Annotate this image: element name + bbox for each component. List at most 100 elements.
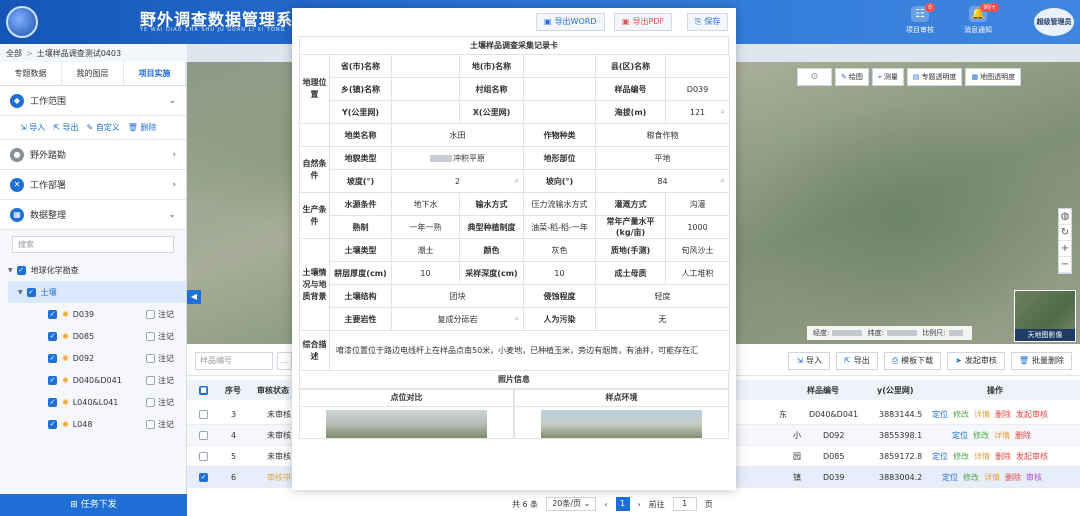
y-coord-field[interactable] (391, 100, 460, 124)
delete-link[interactable]: 删除 (1015, 430, 1031, 441)
edit-link[interactable]: 修改 (953, 451, 969, 462)
elevation-field[interactable]: 121 ⌕ (665, 100, 730, 124)
aspect-field[interactable]: 84 ⌕ (595, 169, 730, 193)
tree-node-soil[interactable]: ▼ ✓ 土壤 (8, 281, 186, 303)
zoom-in-icon[interactable]: + (1059, 241, 1071, 257)
edit-link[interactable]: 修改 (953, 409, 969, 420)
annotation-toggle[interactable]: 注记 (146, 331, 174, 342)
page-number-current[interactable]: 1 (615, 497, 630, 511)
city-field[interactable] (523, 54, 596, 78)
photo-sample-env[interactable]: 样点环境 (514, 389, 729, 439)
panel-field-survey[interactable]: ● 野外踏勘 › (0, 140, 186, 170)
water-field[interactable]: 地下水 (391, 192, 460, 216)
row-checkbox[interactable] (199, 409, 208, 419)
page-size-select[interactable]: 20条/页 ⌄ (546, 497, 597, 511)
province-field[interactable] (391, 54, 460, 78)
sample-depth-field[interactable]: 10 (523, 261, 596, 285)
rock-field[interactable]: 复成分砾岩 ⌕ (391, 307, 524, 331)
basemap-switcher[interactable]: 天地图影像 (1014, 290, 1076, 342)
export-pdf-button[interactable]: ▣ 导出PDF (614, 13, 673, 31)
tree-leaf[interactable]: ✓ ✺ D092 注记 (8, 347, 186, 369)
globe-icon[interactable]: ◍ (1059, 209, 1071, 225)
tab-thematic-data[interactable]: 专题数据 (0, 62, 62, 85)
zoom-out-icon[interactable]: − (1059, 257, 1071, 273)
project-review-button[interactable]: ☷ 0 项目审核 (895, 3, 945, 35)
locate-link[interactable]: 定位 (942, 472, 958, 483)
checkbox[interactable]: ✓ (48, 331, 57, 341)
sample-no-field[interactable]: D039 (665, 77, 730, 101)
goto-page-input[interactable]: 1 (672, 497, 697, 511)
crop-field[interactable]: 粮食作物 (595, 123, 730, 147)
county-field[interactable] (665, 54, 730, 78)
annotation-toggle[interactable]: 注记 (146, 353, 174, 364)
delete-link[interactable]: 删除 (1005, 472, 1021, 483)
thematic-opacity-button[interactable]: ▤ 专题透明度 (906, 68, 963, 86)
tree-node-root[interactable]: ▼ ✓ 地球化学勘查 (8, 259, 186, 281)
yield-field[interactable]: 1000 (665, 215, 730, 239)
town-field[interactable] (391, 77, 460, 101)
template-download-button[interactable]: ⎙ 模板下载 (883, 352, 942, 370)
review-link[interactable]: 审核 (1026, 472, 1042, 483)
irrigation-field[interactable]: 压力流输水方式 (523, 192, 596, 216)
panel-data-organize[interactable]: ▦ 数据整理 ⌄ (0, 200, 186, 230)
texture-field[interactable]: 旬风沙土 (665, 238, 730, 262)
submit-review-button[interactable]: ➤ 发起审核 (947, 352, 1005, 370)
annotation-toggle[interactable]: 注记 (146, 419, 174, 430)
scope-import-button[interactable]: ⇲ 导入 (20, 122, 45, 133)
delete-link[interactable]: 删除 (995, 409, 1011, 420)
draw-tool-button[interactable]: ✎ 绘图 (835, 68, 869, 86)
panel-work-scope[interactable]: ◆ 工作范围 ⌄ (0, 86, 186, 116)
tree-leaf[interactable]: ✓ ✺ D085 注记 (8, 325, 186, 347)
checkbox[interactable]: ✓ (48, 309, 57, 319)
landform-name-field[interactable]: 水田 (391, 123, 524, 147)
breadcrumb-root[interactable]: 全部 (6, 49, 22, 58)
checkbox[interactable]: ✓ (16, 265, 26, 275)
photo-thumbnail[interactable] (326, 410, 487, 438)
edit-link[interactable]: 修改 (973, 430, 989, 441)
map-opacity-button[interactable]: ▦ 地图透明度 (965, 68, 1022, 86)
photo-thumbnail[interactable] (541, 410, 702, 438)
erosion-field[interactable]: 轻度 (595, 284, 730, 308)
collapse-sidebar-icon[interactable]: ◀ (187, 290, 201, 304)
scope-custom-button[interactable]: ✎ 自定义 (87, 122, 120, 133)
detail-link[interactable]: 详情 (984, 472, 1000, 483)
task-dispatch-button[interactable]: ⊞ 任务下发 (0, 494, 187, 516)
tab-my-layers[interactable]: 我的图层 (62, 62, 124, 85)
save-button[interactable]: ⎘ 保存 (687, 13, 729, 31)
checkbox[interactable]: ✓ (48, 375, 57, 385)
locate-link[interactable]: 定位 (932, 409, 948, 420)
detail-link[interactable]: 详情 (974, 409, 990, 420)
locate-link[interactable]: 定位 (952, 430, 968, 441)
irrigate-method-field[interactable]: 沟灌 (665, 192, 730, 216)
submit-review-link[interactable]: 发起审核 (1016, 409, 1048, 420)
next-page-icon[interactable]: › (638, 500, 641, 509)
tab-project-implementation[interactable]: 项目实施 (124, 62, 186, 85)
pollution-field[interactable]: 无 (595, 307, 730, 331)
delete-link[interactable]: 删除 (995, 451, 1011, 462)
row-checkbox[interactable] (199, 451, 208, 461)
tree-leaf[interactable]: ✓ ✺ L048 注记 (8, 413, 186, 435)
row-checkbox[interactable]: ✓ (199, 472, 208, 482)
filter-input-2[interactable]: … (277, 352, 292, 370)
tree-leaf[interactable]: ✓ ✺ L040&L041 注记 (8, 391, 186, 413)
annotation-toggle[interactable]: 注记 (146, 375, 174, 386)
checkbox[interactable]: ✓ (26, 287, 36, 297)
batch-delete-button[interactable]: 🗑 批量删除 (1010, 352, 1072, 370)
x-coord-field[interactable] (523, 100, 596, 124)
structure-field[interactable]: 团块 (391, 284, 524, 308)
slope-field[interactable]: 2 ⌕ (391, 169, 524, 193)
scope-export-button[interactable]: ⇱ 导出 (53, 122, 78, 133)
prev-page-icon[interactable]: ‹ (604, 500, 607, 509)
table-export-button[interactable]: ⇱ 导出 (836, 352, 878, 370)
export-word-button[interactable]: ▣ 导出WORD (536, 13, 605, 31)
tree-search-input[interactable]: 搜索 (12, 236, 174, 253)
annotation-toggle[interactable]: 注记 (146, 309, 174, 320)
terrain-field[interactable]: 冲积平原 (391, 146, 524, 170)
tree-leaf[interactable]: ✓ ✺ D039 注记 (8, 303, 186, 325)
measure-tool-button[interactable]: ⌖ 测量 (871, 68, 904, 86)
checkbox[interactable]: ✓ (48, 353, 57, 363)
checkbox[interactable]: ✓ (48, 419, 57, 429)
position-field[interactable]: 平地 (595, 146, 730, 170)
detail-link[interactable]: 详情 (994, 430, 1010, 441)
message-notice-button[interactable]: 🔔 99+ 消息通知 (953, 3, 1003, 35)
